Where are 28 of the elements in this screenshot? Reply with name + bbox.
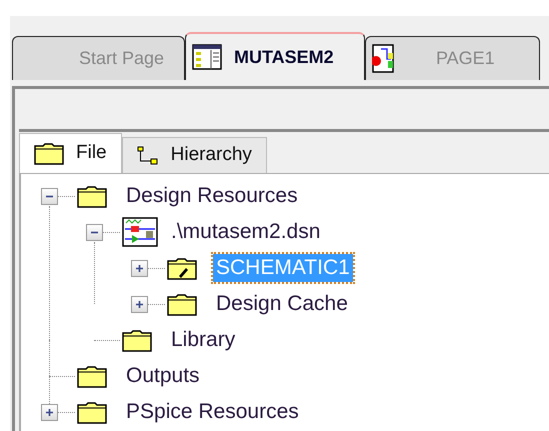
- tree-item[interactable]: Outputs: [123, 362, 203, 390]
- plus-icon: [135, 300, 144, 308]
- collapse-button[interactable]: [86, 224, 103, 240]
- tree-item[interactable]: .\mutasem2.dsn: [168, 218, 324, 246]
- panel-tab[interactable]: File: [19, 133, 122, 173]
- expand-button[interactable]: [41, 404, 58, 420]
- expand-button[interactable]: [131, 260, 148, 276]
- folder-icon: [34, 142, 64, 165]
- tree-item[interactable]: Design Cache: [213, 290, 351, 318]
- expand-button[interactable]: [131, 296, 148, 312]
- document-tab[interactable]: MUTASEM2: [185, 32, 365, 80]
- plus-icon: [135, 264, 144, 272]
- table-icon: [192, 44, 222, 70]
- hierarchy-icon: [136, 146, 159, 166]
- tree-item[interactable]: Library: [168, 326, 238, 354]
- folder-icon: [77, 184, 107, 208]
- folder-icon: [167, 292, 197, 316]
- schematic-file-icon: [122, 217, 158, 247]
- schematic-folder-icon: [167, 256, 197, 280]
- panel-tab[interactable]: Hierarchy: [122, 137, 267, 173]
- folder-icon: [77, 400, 107, 424]
- page-icon: [372, 44, 396, 74]
- tree-item[interactable]: Design Resources: [123, 182, 301, 210]
- tree-item[interactable]: PSpice Resources: [123, 398, 302, 426]
- folder-icon: [122, 328, 152, 352]
- plus-icon: [45, 408, 54, 416]
- collapse-button[interactable]: [41, 188, 58, 204]
- folder-icon: [77, 364, 107, 388]
